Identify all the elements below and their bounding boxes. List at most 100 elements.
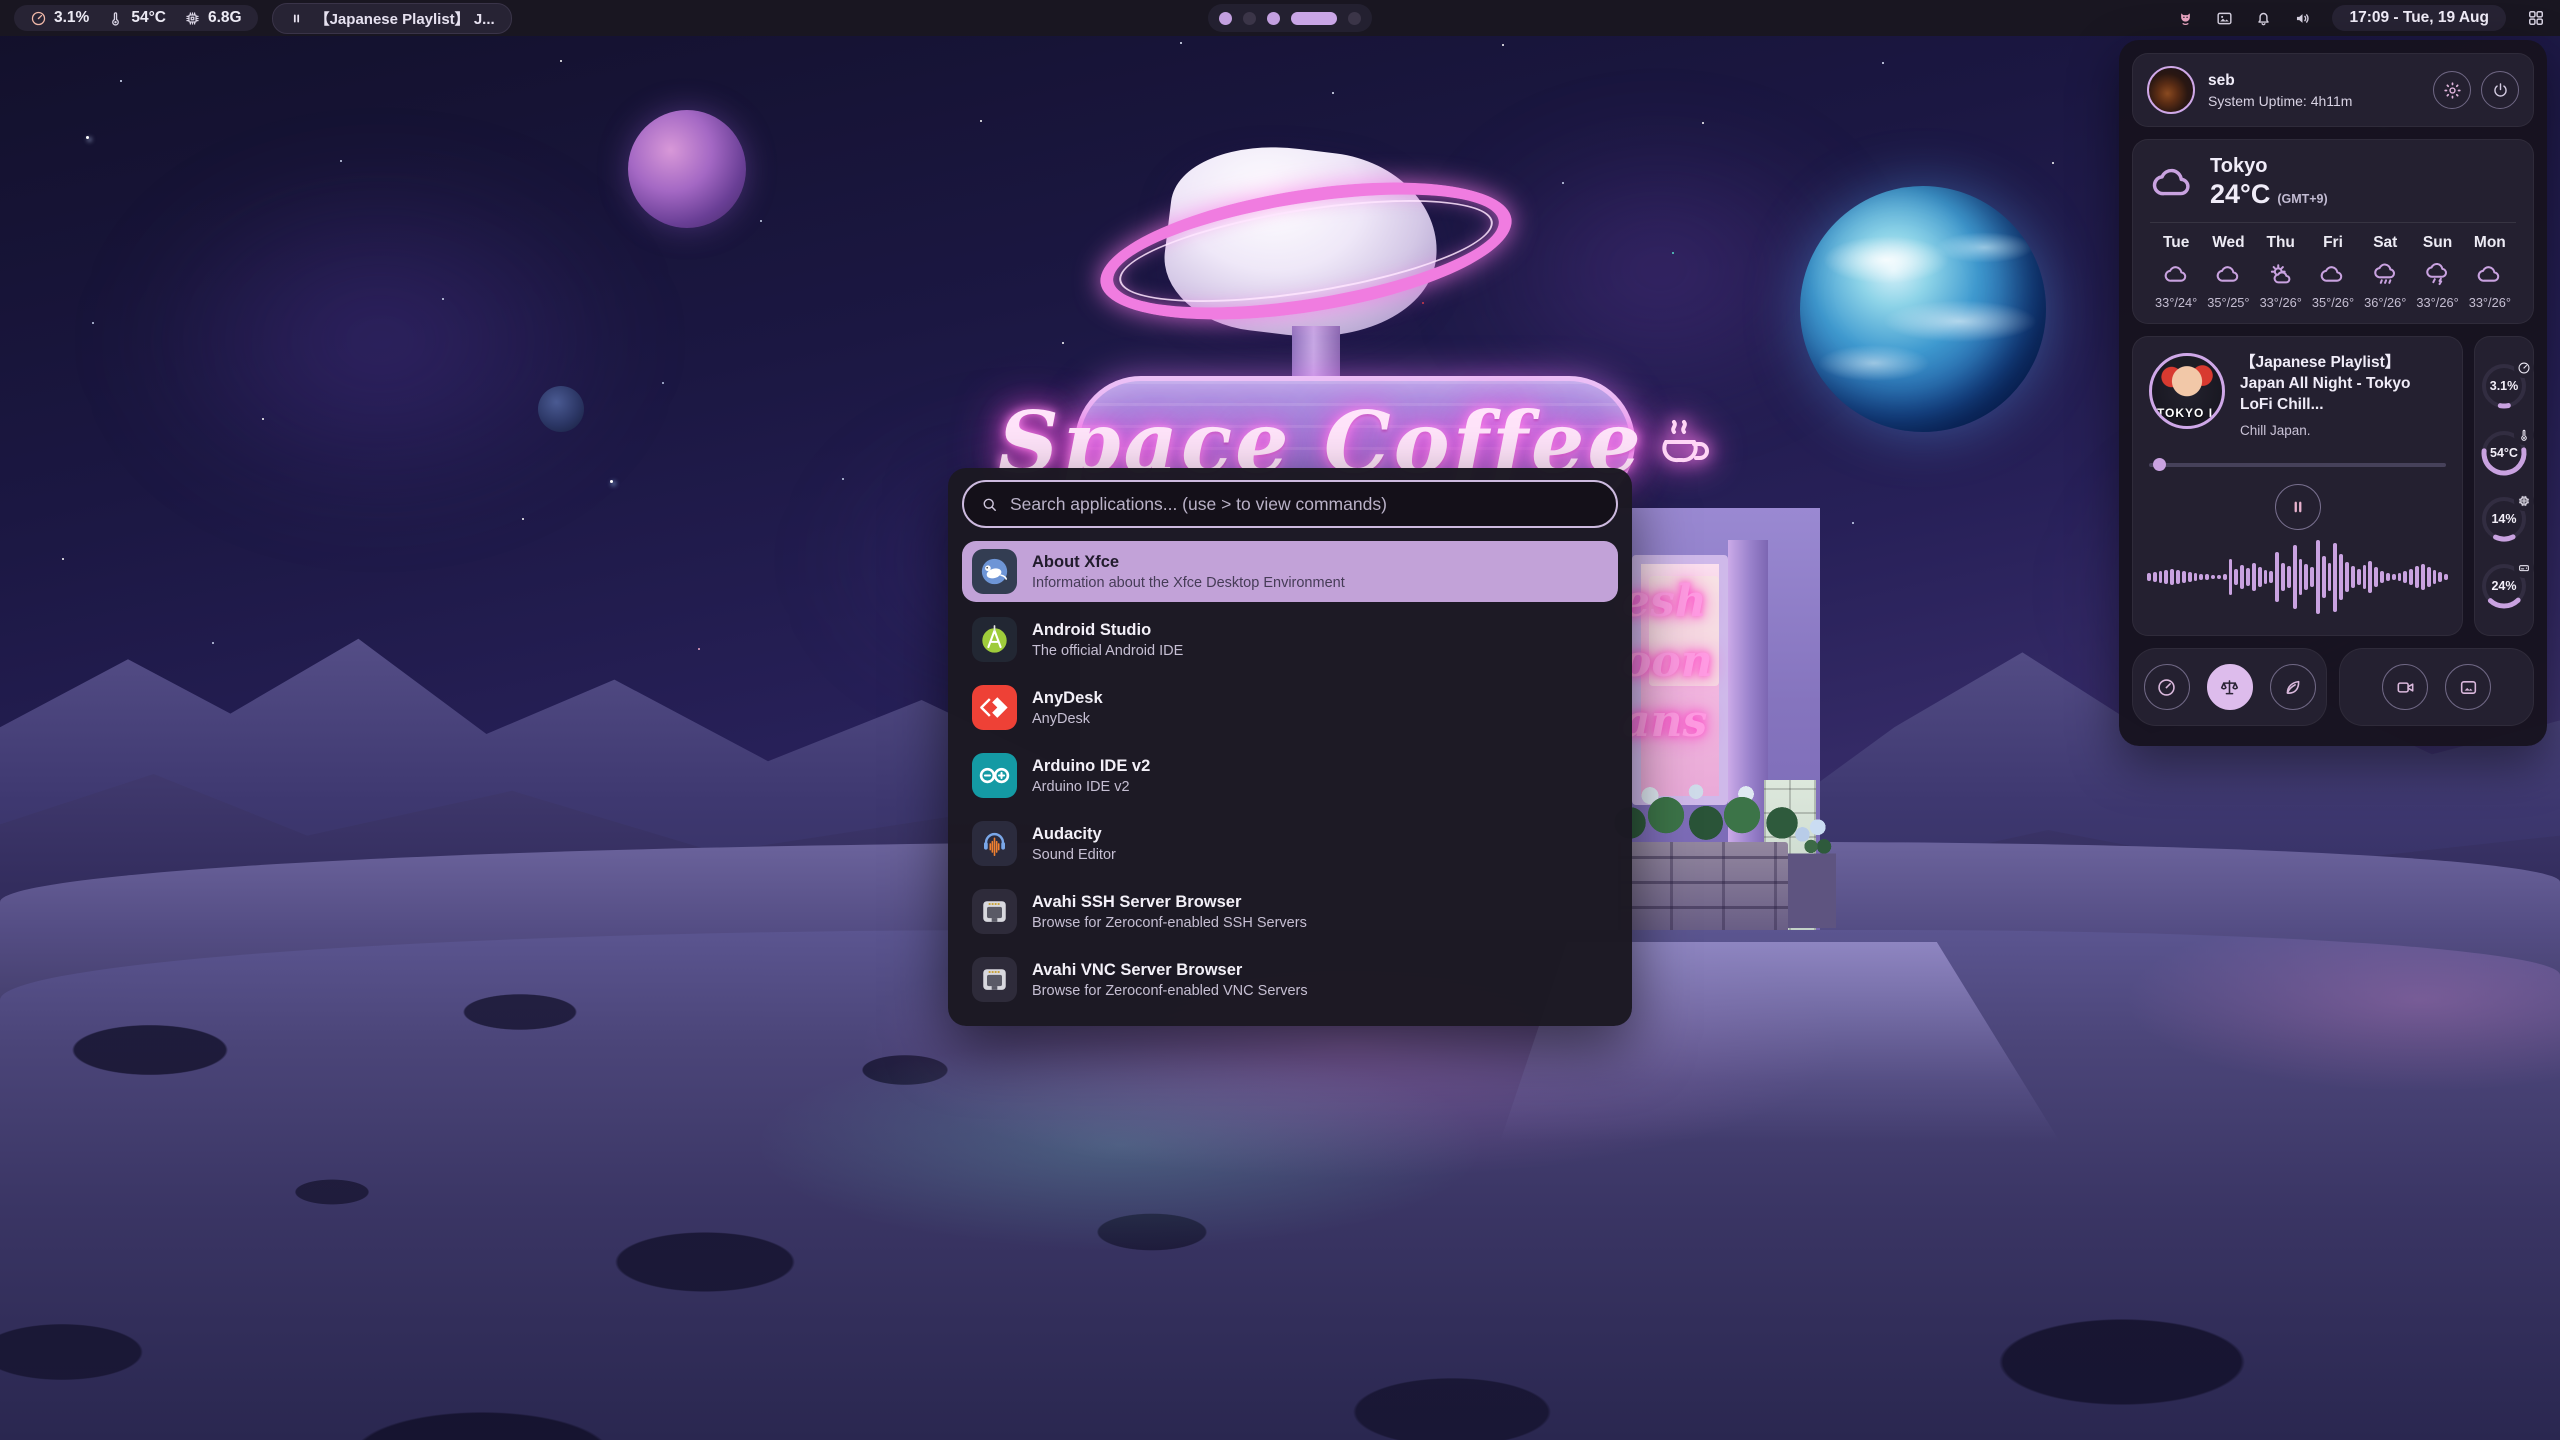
album-art-label: TOKYO L (2152, 406, 2222, 420)
weather-widget: Tokyo 24°C (GMT+9) Tue 33°/24° Wed (2132, 139, 2534, 324)
capture-group (2339, 648, 2534, 726)
anydesk-icon (972, 685, 1017, 730)
power-profile-button[interactable] (2144, 664, 2190, 710)
seek-bar[interactable] (2149, 458, 2446, 471)
seek-knob[interactable] (2153, 458, 2166, 471)
now-playing-pill[interactable]: 【Japanese Playlist】 J... (272, 3, 512, 34)
capture-button[interactable] (2445, 664, 2491, 710)
forecast-day-label: Fri (2307, 234, 2359, 252)
settings-button[interactable] (2433, 71, 2471, 109)
app-list-item[interactable]: Audacity Sound Editor (962, 813, 1618, 874)
app-description: Browse for Zeroconf-enabled SSH Servers (1032, 915, 1307, 931)
app-name: Arduino IDE v2 (1032, 756, 1150, 777)
search-input[interactable] (1010, 494, 1600, 515)
forecast-day-label: Wed (2202, 234, 2254, 252)
small-planet (538, 386, 584, 432)
forecast-day-label: Mon (2464, 234, 2516, 252)
pet-icon[interactable] (2176, 9, 2195, 28)
screenshot-icon (2458, 677, 2479, 698)
forecast-day-label: Thu (2255, 234, 2307, 252)
app-list: About Xfce Information about the Xfce De… (962, 541, 1618, 1010)
seek-track (2149, 463, 2446, 467)
app-list-item[interactable]: Arduino IDE v2 Arduino IDE v2 (962, 745, 1618, 806)
pause-icon (289, 11, 304, 26)
track-title: 【Japanese Playlist】 Japan All Night - To… (2240, 353, 2446, 416)
system-gauge: 3.1% (2480, 362, 2528, 410)
video-icon (2395, 677, 2416, 698)
gear-icon (2443, 81, 2462, 100)
forecast-temps: 33°/26° (2411, 295, 2463, 310)
neon-sign-fragment: esh (1622, 580, 1713, 624)
cloud-icon (2476, 261, 2503, 288)
volume-icon[interactable] (2293, 9, 2312, 28)
app-list-item[interactable]: Avahi SSH Server Browser Browse for Zero… (962, 881, 1618, 942)
chip-icon (184, 10, 201, 27)
androidstudio-icon (972, 617, 1017, 662)
launcher-search-bar[interactable] (962, 480, 1618, 528)
window-neon-sign: eshoonans (1622, 580, 1713, 744)
audio-visualizer (2147, 531, 2448, 623)
power-profile-button[interactable] (2270, 664, 2316, 710)
scales-icon (2219, 677, 2240, 698)
earth-planet (1800, 186, 2046, 432)
stat-value: 3.1% (54, 9, 89, 27)
forecast-day: Sat 36°/26° (2359, 234, 2411, 310)
app-list-item[interactable]: Avahi VNC Server Browser Browse for Zero… (962, 949, 1618, 1010)
system-tray: 17:09 - Tue, 19 Aug (2176, 5, 2546, 31)
workspace-dot[interactable] (1219, 12, 1232, 25)
workspace-dot[interactable] (1243, 12, 1256, 25)
app-description: AnyDesk (1032, 711, 1103, 727)
app-name: Audacity (1032, 824, 1116, 845)
forecast-day: Tue 33°/24° (2150, 234, 2202, 310)
system-gauges: 3.1% 54°C 14 (2474, 336, 2534, 636)
top-panel: 3.1% 54°C 6.8G 【Japanese Playlist】 J... … (0, 0, 2560, 36)
weather-timezone: (GMT+9) (2277, 192, 2327, 206)
forecast-day: Sun 33°/26° (2411, 234, 2463, 310)
leaf-icon (2282, 677, 2303, 698)
notifications-bell-icon[interactable] (2254, 9, 2273, 28)
capture-button[interactable] (2382, 664, 2428, 710)
wallpaper-icon[interactable] (2215, 9, 2234, 28)
system-stat: 6.8G (184, 9, 242, 27)
app-list-item[interactable]: AnyDesk AnyDesk (962, 677, 1618, 738)
xfce-icon (972, 549, 1017, 594)
system-gauge: 24% (2480, 562, 2528, 610)
power-button[interactable] (2481, 71, 2519, 109)
forecast-day: Fri 35°/26° (2307, 234, 2359, 310)
workspace-dot[interactable] (1291, 12, 1337, 25)
app-description: Sound Editor (1032, 847, 1116, 863)
forecast-temps: 33°/24° (2150, 295, 2202, 310)
forecast-temps: 36°/26° (2359, 295, 2411, 310)
flower-pot (1788, 808, 1836, 928)
purple-planet (628, 110, 746, 228)
app-description: The official Android IDE (1032, 643, 1183, 659)
forecast-day: Wed 35°/25° (2202, 234, 2254, 310)
app-list-item[interactable]: About Xfce Information about the Xfce De… (962, 541, 1618, 602)
weather-forecast: Tue 33°/24° Wed 35°/25° Thu 33°/26° (2150, 234, 2516, 310)
system-stats-pill: 3.1% 54°C 6.8G (14, 5, 258, 31)
clock[interactable]: 17:09 - Tue, 19 Aug (2332, 5, 2506, 31)
cloud-icon (2319, 261, 2346, 288)
workspace-switcher (1208, 4, 1372, 32)
app-launcher: About Xfce Information about the Xfce De… (948, 468, 1632, 1026)
arduino-icon (972, 753, 1017, 798)
power-profile-button[interactable] (2207, 664, 2253, 710)
overview-grid-icon[interactable] (2526, 8, 2546, 28)
gauge-icon (30, 10, 47, 27)
system-uptime: System Uptime: 4h11m (2208, 93, 2352, 109)
forecast-temps: 35°/26° (2307, 295, 2359, 310)
app-name: Android Studio (1032, 620, 1183, 641)
workspace-dot[interactable] (1348, 12, 1361, 25)
forecast-day-label: Tue (2150, 234, 2202, 252)
power-profile-group (2132, 648, 2327, 726)
suncloud-icon (2267, 261, 2294, 288)
app-name: About Xfce (1032, 552, 1345, 573)
track-subtitle: Chill Japan. (2240, 423, 2446, 438)
workspace-dot[interactable] (1267, 12, 1280, 25)
stat-value: 6.8G (208, 9, 242, 27)
user-card: seb System Uptime: 4h11m (2132, 53, 2534, 127)
brick-planter (1618, 842, 1788, 934)
gauge-icon (2514, 358, 2534, 378)
app-list-item[interactable]: Android Studio The official Android IDE (962, 609, 1618, 670)
play-pause-button[interactable] (2275, 484, 2321, 530)
